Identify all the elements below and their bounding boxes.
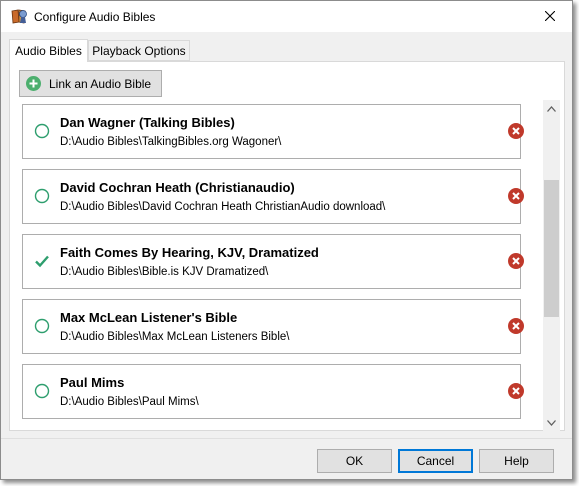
audio-bible-list: Dan Wagner (Talking Bibles) D:\Audio Bib… (10, 100, 564, 431)
bible-name: David Cochran Heath (Christianaudio) (60, 180, 295, 195)
plus-circle-icon (26, 76, 41, 91)
remove-x-circle-icon[interactable] (508, 123, 524, 139)
tab-label: Playback Options (92, 43, 186, 58)
list-item[interactable]: Dan Wagner (Talking Bibles) D:\Audio Bib… (22, 104, 524, 159)
bible-path: D:\Audio Bibles\Bible.is KJV Dramatized\ (60, 266, 269, 278)
help-label: Help (504, 454, 529, 468)
remove-x-circle-icon[interactable] (508, 383, 524, 399)
close-button[interactable] (527, 1, 572, 31)
list-item[interactable]: Paul Mims D:\Audio Bibles\Paul Mims\ (22, 364, 524, 419)
audio-bibles-panel: Link an Audio Bible Dan Wagner (Talking … (9, 61, 565, 431)
tab-playback-options[interactable]: Playback Options (88, 40, 190, 61)
bible-path: D:\Audio Bibles\TalkingBibles.org Wagone… (60, 136, 282, 148)
remove-x-circle-icon[interactable] (508, 188, 524, 204)
bible-app-icon (11, 9, 27, 24)
list-item[interactable]: Max McLean Listener's Bible D:\Audio Bib… (22, 299, 524, 354)
list-item[interactable]: David Cochran Heath (Christianaudio) D:\… (22, 169, 524, 224)
bible-path: D:\Audio Bibles\David Cochran Heath Chri… (60, 201, 386, 213)
chevron-down-icon (547, 419, 556, 426)
cancel-label: Cancel (416, 454, 455, 468)
bible-path: D:\Audio Bibles\Max McLean Listeners Bib… (60, 331, 290, 343)
bible-name: Max McLean Listener's Bible (60, 310, 238, 325)
dialog-footer: OK Cancel Help (1, 438, 572, 479)
tab-label: Audio Bibles (15, 44, 82, 58)
vertical-scrollbar[interactable] (543, 100, 560, 431)
checkmark-icon[interactable] (34, 253, 50, 269)
remove-x-circle-icon[interactable] (508, 253, 524, 269)
help-button[interactable]: Help (479, 449, 554, 473)
scroll-thumb[interactable] (544, 180, 559, 317)
radio-empty-icon[interactable] (34, 123, 50, 139)
link-audio-bible-button[interactable]: Link an Audio Bible (19, 70, 162, 97)
bible-name: Faith Comes By Hearing, KJV, Dramatized (60, 245, 319, 260)
radio-empty-icon[interactable] (34, 383, 50, 399)
cancel-button[interactable]: Cancel (398, 449, 473, 473)
scroll-up-button[interactable] (543, 100, 560, 117)
link-audio-bible-label: Link an Audio Bible (49, 76, 152, 91)
ok-label: OK (345, 454, 364, 468)
scroll-down-button[interactable] (543, 414, 560, 431)
close-icon (544, 11, 555, 21)
dialog-window: Configure Audio Bibles Audio Bibles Play… (0, 0, 573, 480)
remove-x-circle-icon[interactable] (508, 318, 524, 334)
ok-button[interactable]: OK (317, 449, 392, 473)
title-bar: Configure Audio Bibles (1, 1, 572, 32)
bible-name: Paul Mims (60, 375, 125, 390)
bible-path: D:\Audio Bibles\Paul Mims\ (60, 396, 199, 408)
tab-audio-bibles[interactable]: Audio Bibles (9, 39, 88, 62)
radio-empty-icon[interactable] (34, 188, 50, 204)
window-title: Configure Audio Bibles (34, 10, 156, 24)
chevron-up-icon (547, 105, 556, 112)
radio-empty-icon[interactable] (34, 318, 50, 334)
bible-name: Dan Wagner (Talking Bibles) (60, 115, 235, 130)
list-item[interactable]: Faith Comes By Hearing, KJV, Dramatized … (22, 234, 524, 289)
